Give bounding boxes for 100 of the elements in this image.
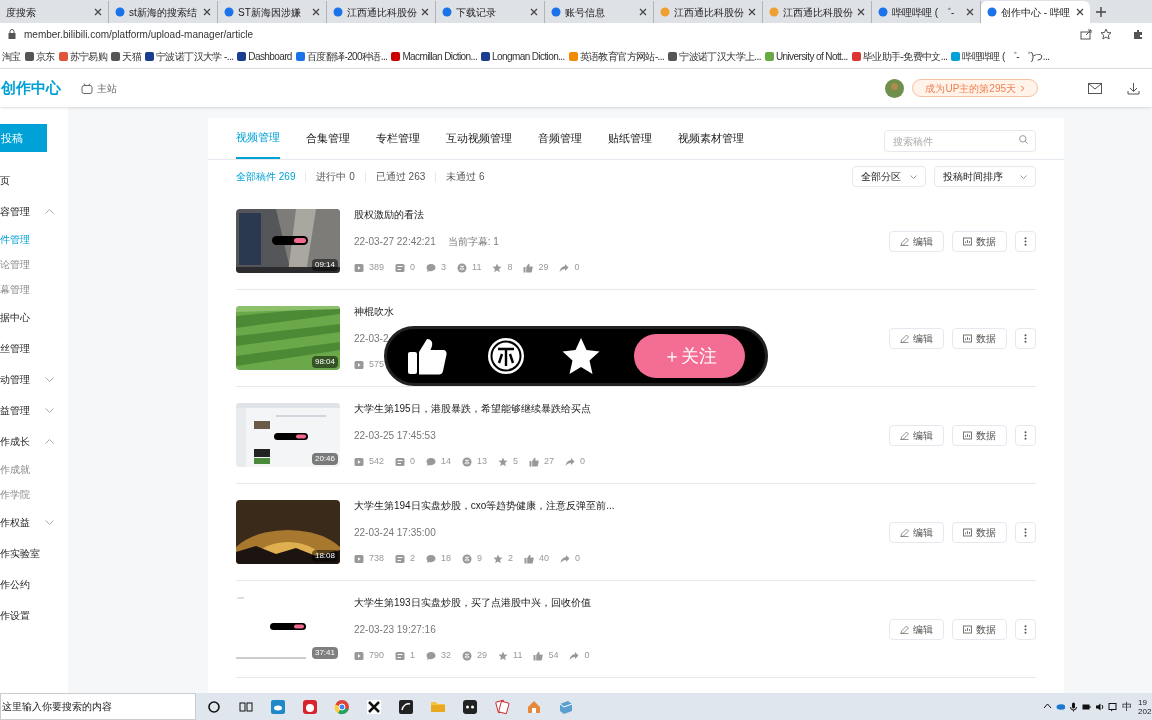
sidebar-item[interactable]: 作实验室: [0, 546, 54, 561]
edit-button[interactable]: 编辑: [889, 618, 944, 640]
video-title[interactable]: 神棍吹水: [354, 304, 881, 320]
sidebar-item[interactable]: 作公约: [0, 577, 54, 592]
filter-tab[interactable]: 已通过 263: [375, 169, 426, 184]
dropdown[interactable]: 投稿时间排序: [934, 166, 1036, 187]
nav-tab[interactable]: 专栏管理: [376, 118, 420, 159]
sidebar-item[interactable]: 作设置: [0, 608, 54, 623]
close-icon[interactable]: [639, 8, 647, 16]
close-icon[interactable]: [1076, 8, 1084, 16]
tab-title: 创作中心 - 哔哩: [1001, 5, 1071, 20]
close-icon[interactable]: [94, 8, 102, 16]
puzzle-icon[interactable]: [1132, 28, 1144, 40]
cloud-icon[interactable]: [1056, 701, 1065, 712]
message-icon[interactable]: [1108, 701, 1117, 712]
close-icon[interactable]: [530, 8, 538, 16]
close-icon[interactable]: [203, 8, 211, 16]
chrome-icon[interactable]: [334, 698, 350, 715]
search-field[interactable]: 搜索稿件: [884, 130, 1036, 152]
edit-button[interactable]: 编辑: [889, 521, 944, 543]
edit-button[interactable]: 编辑: [889, 327, 944, 349]
data-button[interactable]: 数据: [952, 327, 1007, 349]
bookmark-link[interactable]: 宁波诺丁汉大学 -...: [156, 49, 234, 64]
speaker-icon[interactable]: [1095, 701, 1104, 712]
sidebar-item[interactable]: 作学院: [0, 487, 54, 502]
bookmark-link[interactable]: 宁波诺丁汉大学上...: [679, 49, 761, 64]
url-text[interactable]: member.bilibili.com/platform/upload-manager/article: [24, 26, 1072, 42]
home-link[interactable]: 主站: [97, 80, 117, 96]
bookmark-link[interactable]: Macmillan Diction...: [402, 49, 478, 64]
data-button[interactable]: 数据: [952, 521, 1007, 543]
sidebar-item[interactable]: 容管理: [0, 204, 45, 219]
taskbar-search-field[interactable]: 这里输入你要搜索的内容: [0, 693, 196, 720]
share-icon: [569, 651, 580, 661]
sidebar-item[interactable]: 作成长: [0, 434, 45, 449]
data-button[interactable]: 数据: [952, 618, 1007, 640]
thumbs-up-icon[interactable]: [407, 337, 447, 375]
sidebar-item[interactable]: 作权益: [0, 515, 45, 530]
download-icon[interactable]: [1127, 81, 1140, 95]
close-icon[interactable]: [748, 8, 756, 16]
video-title[interactable]: 大学生第194日实盘炒股，cxo等趋势健康，注意反弹至前...: [354, 498, 881, 514]
star-icon[interactable]: [561, 337, 601, 375]
robot-icon[interactable]: [462, 698, 478, 715]
filter-tab[interactable]: 未通过 6: [446, 169, 485, 184]
star-icon[interactable]: [1100, 28, 1112, 40]
video-title[interactable]: 大学生第195日，港股暴跌，希望能够继续暴跌给买点: [354, 401, 881, 417]
data-button[interactable]: 数据: [952, 424, 1007, 446]
dropdown[interactable]: 全部分区: [852, 166, 926, 187]
input-method-indicator[interactable]: 中: [1122, 699, 1132, 714]
close-icon[interactable]: [857, 8, 865, 16]
bookmark-link[interactable]: 英语教育官方网站-...: [579, 49, 665, 64]
cloud-app-icon[interactable]: [270, 698, 286, 715]
bookmark-link[interactable]: 苏宁易购: [69, 49, 108, 64]
coin-icon[interactable]: [487, 337, 525, 375]
microphone-icon[interactable]: [1069, 701, 1078, 712]
sidebar-item[interactable]: 幕管理: [0, 282, 54, 297]
sidebar-item[interactable]: 益管理: [0, 403, 45, 418]
close-icon[interactable]: [421, 8, 429, 16]
sidebar-item[interactable]: 作成就: [0, 462, 54, 477]
edit-button[interactable]: 编辑: [889, 230, 944, 252]
tab-title: 江西通比科股份: [783, 5, 853, 20]
pencil-icon: [900, 624, 909, 634]
bookmark-link[interactable]: 淘宝: [2, 49, 21, 64]
close-icon[interactable]: [312, 8, 320, 16]
comment-icon: [426, 651, 437, 661]
nav-tab[interactable]: 贴纸管理: [608, 118, 652, 159]
sidebar-item[interactable]: 丝管理: [0, 341, 54, 356]
bookmark-link[interactable]: University of Nott...: [775, 49, 848, 64]
avatar[interactable]: [885, 78, 905, 98]
filter-tab[interactable]: 进行中 0: [316, 169, 355, 184]
nav-tab[interactable]: 合集管理: [306, 118, 350, 159]
bookmark-link[interactable]: 京东: [35, 49, 55, 64]
browser-tab[interactable]: 创作中心 - 哔哩: [981, 1, 1090, 23]
sidebar-item[interactable]: 论管理: [0, 257, 54, 272]
sidebar-item[interactable]: 动管理: [0, 372, 45, 387]
bookmark-link[interactable]: 毕业助手-免费中文...: [862, 49, 948, 64]
video-title[interactable]: 股权激励的看法: [354, 207, 881, 223]
nav-tab[interactable]: 互动视频管理: [446, 118, 512, 159]
upload-date: 22-03-24 17:35:00: [354, 526, 436, 541]
bookmark-link[interactable]: Longman Diction...: [492, 49, 565, 64]
edit-button[interactable]: 编辑: [889, 424, 944, 446]
house-icon[interactable]: [526, 698, 542, 715]
data-button[interactable]: 数据: [952, 230, 1007, 252]
cards-icon[interactable]: [494, 698, 510, 715]
video-title[interactable]: 大学生第193日实盘炒股，买了点港股中兴，回收价值: [354, 595, 881, 611]
play-icon: [354, 651, 364, 661]
square-app-icon[interactable]: [398, 698, 414, 715]
bookmark-link[interactable]: Dashboard: [248, 49, 292, 64]
bookmark-link[interactable]: 哔哩哔哩 ( ゜- ゜)つ...: [962, 49, 1050, 64]
share-icon[interactable]: [1080, 28, 1092, 40]
nav-tab[interactable]: 视频素材管理: [678, 118, 744, 159]
circle-icon[interactable]: [206, 698, 222, 715]
sidebar-item[interactable]: 据中心: [0, 310, 54, 325]
sidebar-item[interactable]: 页: [0, 173, 54, 188]
bookmark-link[interactable]: 天猫: [122, 49, 142, 64]
clock-text[interactable]: 19: [1138, 697, 1152, 707]
mail-icon[interactable]: [1088, 82, 1102, 94]
close-icon[interactable]: [966, 8, 974, 16]
nav-tab[interactable]: 音频管理: [538, 118, 582, 159]
bookmark-link[interactable]: 百度翻译-200种语...: [306, 49, 388, 64]
clock-text[interactable]: 202: [1138, 706, 1152, 716]
